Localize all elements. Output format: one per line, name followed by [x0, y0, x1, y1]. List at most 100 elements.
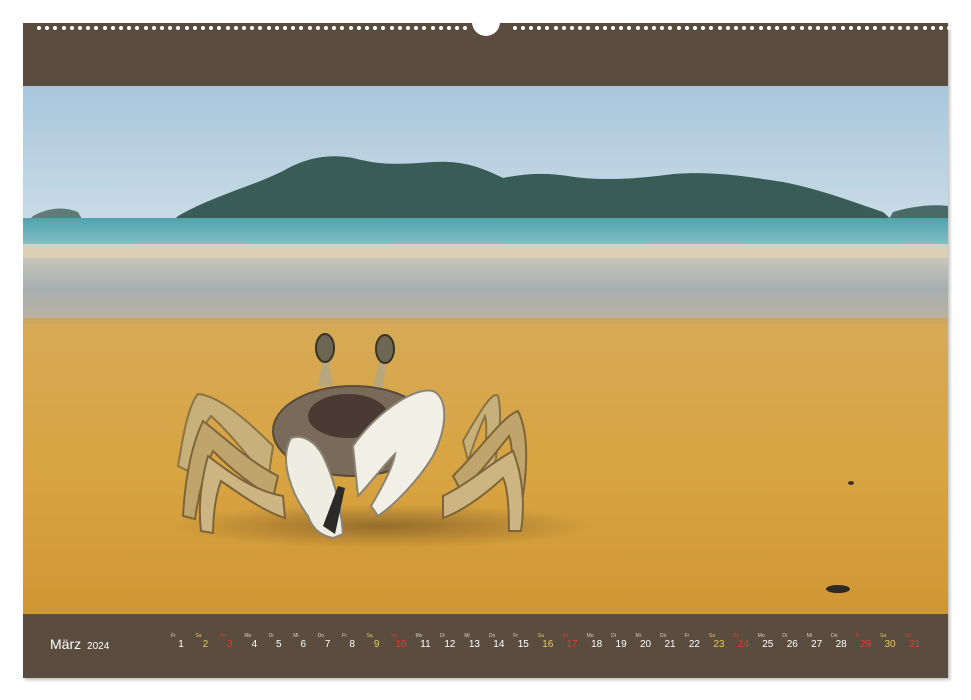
day-cell: Do 7: [316, 614, 340, 678]
day-number: 26: [786, 639, 798, 650]
binding-hole: [119, 26, 123, 30]
binding-hole: [717, 26, 722, 30]
day-number: 31: [908, 639, 921, 650]
binding-hole: [414, 26, 419, 30]
day-number: 7: [324, 639, 331, 650]
day-cell: Mi 20: [634, 614, 658, 678]
binding-hole: [906, 26, 911, 30]
day-cell: Mi 13: [462, 614, 486, 678]
binding-hole: [45, 26, 50, 30]
binding-hole: [233, 26, 238, 30]
binding-hole: [742, 26, 747, 30]
day-number: 12: [444, 639, 456, 650]
binding-hole: [127, 26, 132, 30]
binding-hole: [857, 26, 861, 30]
day-number: 10: [395, 639, 407, 650]
binding-hole: [168, 26, 173, 30]
day-cell: So 24: [731, 614, 755, 678]
binding-hole: [447, 26, 451, 30]
day-cell: Sa 16: [536, 614, 560, 678]
crab-beach-image: [23, 86, 948, 614]
binding-hole: [734, 26, 738, 30]
binding-hole: [176, 26, 181, 30]
binding-hole: [930, 26, 935, 30]
day-number: 16: [542, 639, 554, 650]
day-cell: Do 21: [658, 614, 682, 678]
binding-hole: [766, 26, 771, 30]
day-cell: Sa 9: [365, 614, 389, 678]
day-cell: Mo 4: [242, 614, 266, 678]
day-cell: Sa 2: [193, 614, 217, 678]
binding-hole: [611, 26, 615, 30]
day-cell: Mi 27: [805, 614, 829, 678]
binding-hole: [750, 26, 755, 30]
binding-hole: [78, 26, 82, 30]
binding-hole: [242, 26, 246, 30]
binding-hole: [356, 26, 361, 30]
binding-hole: [561, 26, 566, 30]
binding-hole: [832, 26, 837, 30]
binding-hole: [824, 26, 829, 30]
day-strip: Fr 1 Sa 2 So 3 Mo 4 Di 5 Mi 6 Do 7 Fr 8 Sa 9 So 10 Mo 11 Di 12 M…: [23, 614, 948, 678]
day-cell: Mi 6: [291, 614, 315, 678]
binding-hole: [61, 26, 66, 30]
binding-hole: [455, 26, 460, 30]
binding-hole: [430, 26, 435, 30]
day-cell: Do 28: [829, 614, 853, 678]
day-cell: Fr 1: [169, 614, 193, 678]
day-cell: Di 19: [609, 614, 633, 678]
binding-hole: [324, 26, 328, 30]
day-cell: Sa 23: [707, 614, 731, 678]
day-number: 25: [762, 639, 774, 650]
binding-hole: [586, 26, 591, 30]
binding-hole: [602, 26, 607, 30]
binding-hole: [250, 26, 255, 30]
day-cell: Fr 8: [340, 614, 364, 678]
day-number: 20: [639, 639, 652, 650]
binding-hole: [643, 26, 648, 30]
day-cell: So 3: [218, 614, 242, 678]
binding-hole: [898, 26, 902, 30]
binding-hole: [914, 26, 919, 30]
binding-hole: [94, 26, 99, 30]
binding-hole: [37, 26, 41, 30]
binding-hole: [373, 26, 378, 30]
binding-hole: [184, 26, 189, 30]
binding-hole: [873, 26, 878, 30]
day-cell: So 17: [560, 614, 584, 678]
day-number: 3: [227, 639, 233, 650]
binding-hole: [307, 26, 312, 30]
day-number: 29: [860, 639, 872, 650]
day-cell: Fr 15: [511, 614, 535, 678]
binding-hole: [135, 26, 140, 30]
day-number: 8: [349, 639, 355, 650]
binding-hole: [816, 26, 820, 30]
binding-hole: [192, 26, 197, 30]
calendar-footer: März 2024 Fr 1 Sa 2 So 3 Mo 4 Di 5 Mi 6 Do 7 Fr 8 Sa 9 So 1…: [23, 614, 948, 678]
binding-hole: [283, 26, 287, 30]
binding-hole: [422, 26, 427, 30]
binding-hole: [209, 26, 214, 30]
binding-hole: [463, 26, 468, 30]
binding-hole: [151, 26, 156, 30]
binding-hole: [274, 26, 279, 30]
binding-hole: [537, 26, 542, 30]
binding-hole: [545, 26, 550, 30]
binding-hole: [110, 26, 115, 30]
binding-hole: [775, 26, 779, 30]
day-cell: Di 12: [438, 614, 462, 678]
day-cell: Fr 29: [854, 614, 878, 678]
binding-hole: [529, 26, 533, 30]
binding-hole: [783, 26, 788, 30]
binding-hole: [709, 26, 714, 30]
binding-hole: [340, 26, 345, 30]
binding-hole: [594, 26, 599, 30]
binding-hole: [881, 26, 886, 30]
day-cell: Mo 11: [414, 614, 438, 678]
day-number: 22: [688, 639, 700, 650]
binding-hole: [553, 26, 558, 30]
binding-hole: [397, 26, 402, 30]
binding-hole: [438, 26, 443, 30]
binding-hole: [520, 26, 525, 30]
day-number: 11: [420, 639, 431, 650]
